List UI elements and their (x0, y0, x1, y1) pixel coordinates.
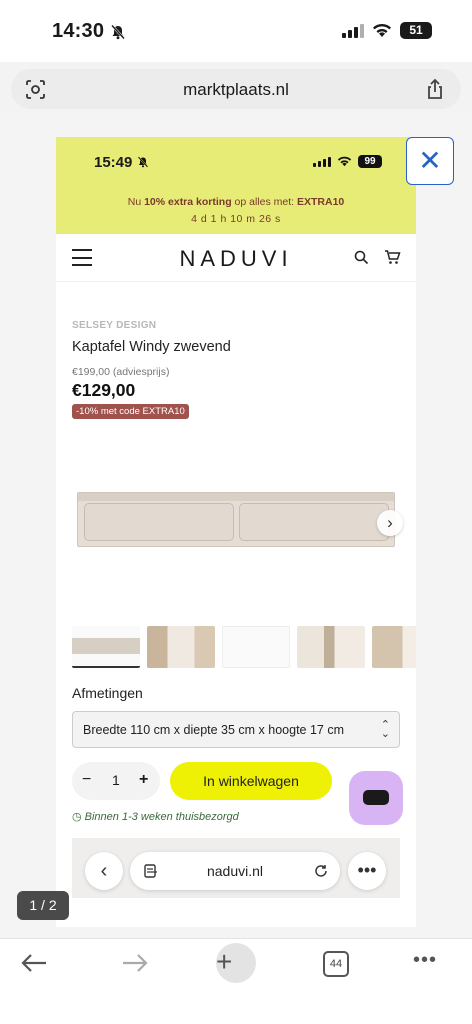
thumbnail[interactable] (297, 626, 365, 668)
cart-icon[interactable] (384, 249, 401, 265)
qty-value: 1 (112, 772, 120, 788)
image-next-button[interactable]: › (377, 510, 403, 536)
more-menu-button[interactable]: ••• (413, 949, 437, 972)
battery-indicator: 51 (400, 22, 432, 39)
dimensions-label: Afmetingen (72, 685, 143, 701)
page-indicator: 1 / 2 (17, 891, 69, 920)
dimensions-select[interactable]: Breedte 110 cm x diepte 35 cm x hoogte 1… (72, 711, 400, 748)
thumbnail[interactable] (222, 626, 290, 668)
back-arrow-icon[interactable] (20, 952, 48, 974)
qty-minus-button[interactable]: − (82, 771, 91, 789)
chat-button[interactable] (349, 771, 403, 825)
chat-bubble-icon (363, 790, 389, 805)
browser-toolbar: + 44 ••• (0, 938, 472, 1024)
qty-plus-button[interactable]: + (139, 771, 148, 789)
cellular-signal-icon (342, 23, 364, 38)
new-tab-button[interactable]: + (216, 943, 256, 983)
inner-back-button[interactable]: ‹ (85, 852, 123, 890)
site-header: NADUVI (56, 234, 416, 282)
thumbnail[interactable] (147, 626, 215, 668)
reload-icon[interactable] (314, 864, 328, 878)
forward-arrow-icon[interactable] (121, 952, 149, 974)
mute-bell-icon (111, 24, 125, 40)
delivery-info: ◷ Binnen 1-3 weken thuisbezorgd (72, 811, 239, 823)
thumbnail-strip (72, 626, 416, 670)
inner-url-domain: naduvi.nl (206, 863, 264, 879)
address-bar[interactable]: marktplaats.nl (11, 69, 461, 109)
current-price: €129,00 (72, 380, 136, 400)
dimensions-value: Breedte 110 cm x diepte 35 cm x hoogte 1… (83, 723, 345, 737)
url-domain: marktplaats.nl (183, 80, 289, 99)
inner-more-button[interactable]: ••• (348, 852, 386, 890)
promo-countdown: 4 d 1 h 10 m 26 s (191, 213, 281, 225)
promo-banner: 15:49 99 Nu 10% extra korting op alles m… (56, 137, 416, 234)
status-bar: 14:30 51 (0, 0, 472, 62)
inner-signal-icon (313, 156, 331, 167)
inner-battery: 99 (358, 155, 382, 168)
product-image[interactable]: › (72, 426, 403, 620)
tabs-button[interactable]: 44 (323, 951, 349, 977)
product-shelf-illustration (77, 492, 395, 547)
discount-badge: -10% met code EXTRA10 (72, 404, 189, 419)
close-button[interactable]: ✕ (406, 137, 454, 185)
product-brand[interactable]: SELSEY DESIGN (72, 320, 156, 331)
product-title: Kaptafel Windy zwevend (72, 339, 231, 355)
clock-icon: ◷ (72, 811, 85, 823)
select-arrows-icon: ⌃ ⌄ (380, 719, 390, 740)
thumbnail[interactable] (72, 626, 140, 668)
inner-mute-bell-icon (137, 156, 149, 168)
thumbnail[interactable] (372, 626, 416, 668)
promo-text: Nu 10% extra korting op alles met: EXTRA… (127, 196, 345, 208)
add-to-cart-button[interactable]: In winkelwagen (170, 762, 332, 800)
old-price: €199,00 (adviesprijs) (72, 366, 170, 378)
inner-wifi-icon (337, 156, 352, 167)
search-icon[interactable] (354, 250, 369, 265)
quantity-stepper[interactable]: − 1 + (72, 762, 160, 800)
wifi-icon (373, 23, 391, 37)
status-time: 14:30 (52, 20, 105, 42)
inner-status-time: 15:49 (94, 154, 133, 171)
inner-address-bar[interactable]: naduvi.nl (130, 852, 340, 890)
share-icon[interactable] (425, 78, 445, 100)
